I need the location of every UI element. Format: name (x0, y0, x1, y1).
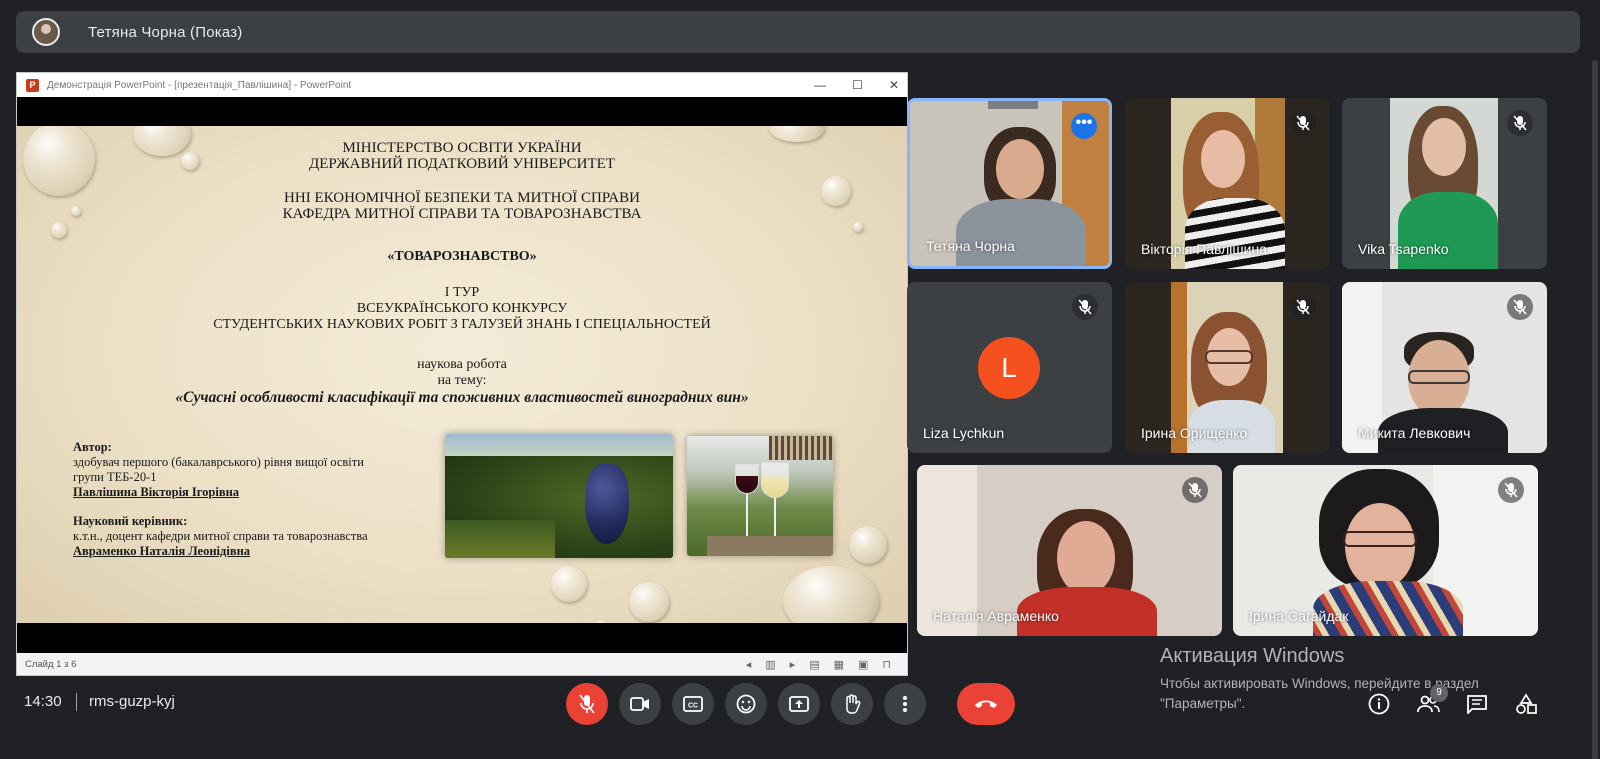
participant-name: Vika Tsapenko (1358, 241, 1449, 257)
author-name: Павлішина Вікторія Ігорівна (73, 485, 240, 499)
ppt-title-bar: P Демонстрація PowerPoint - [презентація… (17, 73, 907, 97)
participant-name: Наталія Авраменко (933, 608, 1059, 624)
slide-counter: Слайд 1 з 6 (25, 658, 77, 670)
slideshow-icon: ⊓ (882, 658, 891, 671)
participant-tile[interactable]: ••• Тетяна Чорна (907, 98, 1112, 269)
shapes-icon (1516, 693, 1537, 714)
slide-topic: «Сучасні особливості класифікації та спо… (175, 389, 749, 406)
wine-glasses-photo (687, 436, 833, 556)
shared-screen-powerpoint: P Демонстрація PowerPoint - [презентація… (16, 72, 908, 676)
emoji-icon (736, 694, 756, 714)
scrollbar[interactable] (1590, 0, 1600, 759)
participant-name: Тетяна Чорна (926, 238, 1015, 254)
participant-tile[interactable]: Вікторія Павлішина (1125, 98, 1330, 269)
clock: 14:30 (24, 693, 62, 710)
participant-tile[interactable]: Ірина Орищенко (1125, 282, 1330, 453)
hand-icon (846, 694, 861, 714)
slide-line-university: ДЕРЖАВНИЙ ПОДАТКОВИЙ УНІВЕРСИТЕТ (309, 156, 615, 172)
slide-line-work: наукова робота (417, 357, 507, 372)
reading-view-icon: ▣ (858, 658, 869, 671)
meeting-code[interactable]: rms-guzp-kyj (89, 693, 175, 710)
presenter-avatar (32, 18, 60, 46)
ppt-status-bar: Слайд 1 з 6 ◂ ▥ ▸ ▤ ▦ ▣ ⊓ (17, 653, 907, 675)
grid-view-icon: ▦ (833, 658, 844, 671)
reactions-button[interactable] (725, 683, 767, 725)
info-icon (1368, 693, 1390, 715)
author-desc-2: групи ТЕБ-20-1 (73, 470, 157, 484)
mic-off-icon (1290, 110, 1316, 136)
participant-tile[interactable]: Наталія Авраменко (917, 465, 1222, 636)
ppt-window-title: Демонстрація PowerPoint - [презентація_П… (47, 79, 352, 91)
slide-line-works: СТУДЕНТСЬКИХ НАУКОВИХ РОБІТ З ГАЛУЗЕЙ ЗН… (213, 317, 711, 332)
present-button[interactable] (778, 683, 820, 725)
svg-text:CC: CC (688, 703, 698, 710)
supervisor-name: Авраменко Наталія Леонідівна (73, 544, 251, 558)
mic-off-icon (1290, 294, 1316, 320)
raise-hand-button[interactable] (831, 683, 873, 725)
author-desc-1: здобувач першого (бакалаврського) рівня … (73, 455, 364, 469)
slide-line-theme: на тему: (437, 373, 487, 388)
maximize-icon: ☐ (852, 78, 863, 92)
mic-off-icon (579, 694, 595, 714)
participant-name: Вікторія Павлішина (1141, 241, 1267, 257)
captions-icon: CC (683, 696, 703, 712)
presenter-label: Тетяна Чорна (Показ) (88, 23, 243, 41)
more-vert-icon (903, 696, 907, 712)
microphone-button[interactable] (566, 683, 608, 725)
mic-off-icon (1498, 477, 1524, 503)
mic-off-icon (1507, 110, 1533, 136)
supervisor-label: Науковий керівник: (73, 514, 188, 528)
participant-tile[interactable]: Ірина Сагайдак (1233, 465, 1538, 636)
next-slide-icon: ▸ (789, 658, 796, 671)
participant-name: Ірина Орищенко (1141, 425, 1248, 441)
people-count-badge: 9 (1430, 684, 1448, 702)
meeting-details-button[interactable] (1363, 688, 1395, 720)
activities-button[interactable] (1510, 688, 1542, 720)
notes-icon: ▤ (809, 658, 820, 671)
slide-line-ministry: МІНІСТЕРСТВО ОСВІТИ УКРАЇНИ (342, 140, 582, 156)
participant-avatar: L (978, 337, 1040, 399)
slide-line-institute: ННІ ЕКОНОМІЧНОЇ БЕЗПЕКИ ТА МИТНОЇ СПРАВИ (284, 190, 640, 206)
participant-tile[interactable]: Vika Tsapenko (1342, 98, 1547, 269)
mic-off-icon (1182, 477, 1208, 503)
participant-name: Ірина Сагайдак (1249, 608, 1349, 624)
more-options-button[interactable] (884, 683, 926, 725)
chat-button[interactable] (1461, 688, 1493, 720)
minimize-icon: — (814, 78, 827, 92)
prev-slide-icon: ◂ (745, 658, 752, 671)
more-options-icon[interactable]: ••• (1071, 113, 1097, 139)
present-screen-icon (789, 696, 809, 712)
grapes-photo (445, 434, 673, 558)
camera-icon (630, 697, 649, 711)
participant-name: Микита Левкович (1358, 425, 1471, 441)
slide-line-department: КАФЕДРА МИТНОЇ СПРАВИ ТА ТОВАРОЗНАВСТВА (282, 206, 642, 222)
powerpoint-icon: P (26, 78, 39, 92)
camera-button[interactable] (619, 683, 661, 725)
slide-area: МІНІСТЕРСТВО ОСВІТИ УКРАЇНИ ДЕРЖАВНИЙ ПО… (17, 97, 907, 653)
participant-tile[interactable]: Микита Левкович (1342, 282, 1547, 453)
supervisor-desc: к.т.н., доцент кафедри митної справи та … (73, 529, 368, 543)
presenter-bar: Тетяна Чорна (Показ) (16, 11, 1580, 53)
slide-line-subject: «ТОВАРОЗНАВСТВО» (387, 249, 537, 264)
mic-off-icon (1072, 294, 1098, 320)
close-icon: ✕ (888, 78, 899, 92)
mic-off-icon (1507, 294, 1533, 320)
participant-name: Liza Lychkun (923, 425, 1005, 441)
chat-icon (1467, 695, 1487, 714)
author-label: Автор: (73, 440, 112, 454)
slide-line-tour: І ТУР (444, 285, 480, 300)
slide-line-contest: ВСЕУКРАЇНСЬКОГО КОНКУРСУ (356, 301, 568, 316)
slide: МІНІСТЕРСТВО ОСВІТИ УКРАЇНИ ДЕРЖАВНИЙ ПО… (17, 126, 907, 623)
participant-tile[interactable]: L Liza Lychkun (907, 282, 1112, 453)
slide-menu-icon: ▥ (765, 658, 776, 671)
hang-up-icon (975, 700, 997, 708)
captions-button[interactable]: CC (672, 683, 714, 725)
leave-call-button[interactable] (957, 683, 1015, 725)
